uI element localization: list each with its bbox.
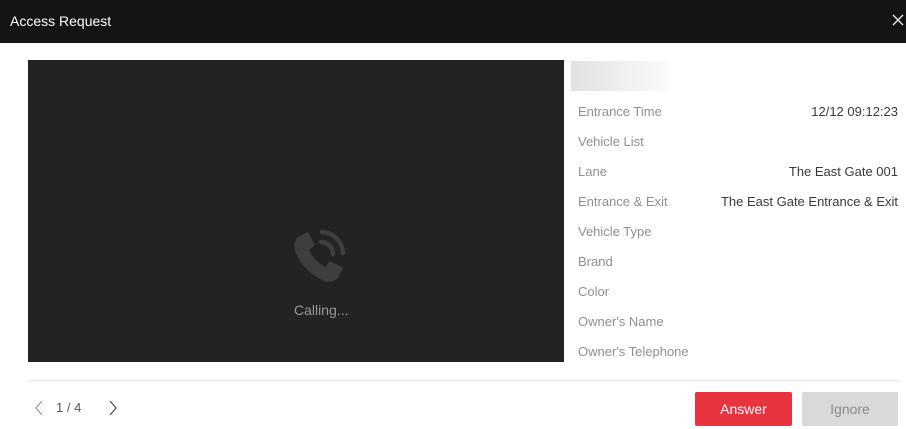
- info-row-entrance-time: Entrance Time 12/12 09:12:23: [578, 103, 898, 121]
- info-row-color: Color: [578, 283, 898, 301]
- info-row-brand: Brand: [578, 253, 898, 271]
- pager-indicator: 1 / 4: [56, 400, 82, 415]
- phone-ringing-icon: [290, 225, 350, 287]
- info-label: Owner's Name: [578, 314, 664, 329]
- chevron-right-icon[interactable]: [106, 399, 120, 417]
- dialog-title: Access Request: [10, 13, 112, 29]
- close-icon[interactable]: [888, 9, 906, 31]
- ignore-button[interactable]: Ignore: [802, 392, 898, 426]
- info-label: Owner's Telephone: [578, 344, 689, 359]
- vehicle-plate-image: [571, 61, 669, 91]
- info-label: Color: [578, 284, 610, 299]
- title-bar: Access Request: [0, 0, 906, 43]
- chevron-left-icon[interactable]: [32, 399, 46, 417]
- info-row-lane: Lane The East Gate 001: [578, 163, 898, 181]
- info-label: Lane: [578, 164, 607, 179]
- footer-divider: [28, 380, 900, 381]
- calling-status: Calling...: [294, 302, 349, 318]
- info-row-entrance-exit: Entrance & Exit The East Gate Entrance &…: [578, 193, 898, 211]
- info-row-owner-telephone: Owner's Telephone: [578, 343, 898, 361]
- answer-button[interactable]: Answer: [695, 392, 792, 426]
- info-value: The East Gate 001: [788, 164, 898, 179]
- info-row-vehicle-type: Vehicle Type: [578, 223, 898, 241]
- info-label: Entrance Time: [578, 104, 662, 119]
- info-label: Vehicle Type: [578, 224, 652, 239]
- info-row-vehicle-list: Vehicle List: [578, 133, 898, 151]
- info-label: Entrance & Exit: [578, 194, 668, 209]
- info-label: Vehicle List: [578, 134, 644, 149]
- info-value: The East Gate Entrance & Exit: [720, 194, 898, 209]
- video-preview: Calling...: [28, 60, 564, 362]
- info-row-owner-name: Owner's Name: [578, 313, 898, 331]
- info-label: Brand: [578, 254, 613, 269]
- access-request-dialog: Access Request Calling... Entrance Time …: [0, 0, 906, 429]
- info-value: 12/12 09:12:23: [811, 104, 898, 119]
